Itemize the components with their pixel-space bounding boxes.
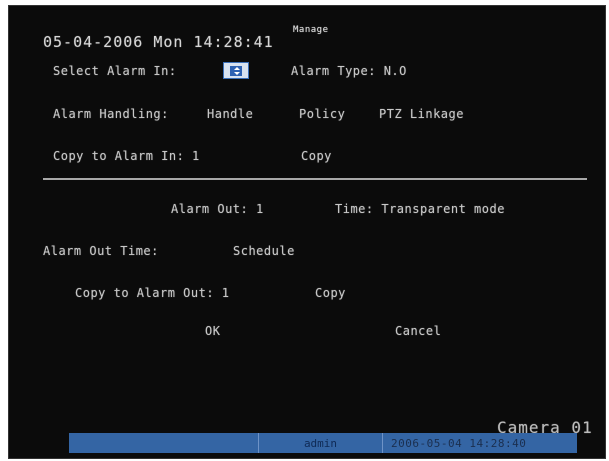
alarm-type-label: Alarm Type: N.O xyxy=(291,64,407,78)
alarm-handling-value[interactable]: Handle xyxy=(207,107,253,121)
policy-button[interactable]: Policy xyxy=(299,107,345,121)
ptz-linkage-button[interactable]: PTZ Linkage xyxy=(379,107,464,121)
alarm-out-time-mode: Time: Transparent mode xyxy=(335,202,505,216)
spin-up-icon[interactable] xyxy=(234,67,240,70)
copy-to-alarm-in-label[interactable]: Copy to Alarm In: 1 xyxy=(53,149,200,163)
alarm-out-time-label: Alarm Out Time: xyxy=(43,244,159,258)
schedule-button[interactable]: Schedule xyxy=(233,244,295,258)
status-bar-blank xyxy=(69,433,259,453)
ok-button[interactable]: OK xyxy=(205,324,220,338)
dvr-screen: 05-04-2006 Mon 14:28:41 Manage Select Al… xyxy=(8,5,606,459)
section-divider xyxy=(43,178,587,180)
copy-alarm-out-button[interactable]: Copy xyxy=(315,286,346,300)
cancel-button[interactable]: Cancel xyxy=(395,324,441,338)
status-bar-time: 2006-05-04 14:28:40 xyxy=(391,436,527,450)
alarm-handling-label: Alarm Handling: xyxy=(53,107,169,121)
alarm-in-spinbox[interactable] xyxy=(223,62,249,79)
spin-down-icon[interactable] xyxy=(234,72,240,75)
alarm-out-selector[interactable]: Alarm Out: 1 xyxy=(171,202,264,216)
status-bar-user: admin xyxy=(259,433,383,453)
menu-title: Manage xyxy=(293,25,329,35)
datetime-display: 05-04-2006 Mon 14:28:41 xyxy=(43,33,274,51)
copy-to-alarm-out-label[interactable]: Copy to Alarm Out: 1 xyxy=(75,286,230,300)
select-alarm-in-label: Select Alarm In: xyxy=(53,64,177,78)
status-bar: admin 2006-05-04 14:28:40 xyxy=(69,433,577,453)
copy-alarm-in-button[interactable]: Copy xyxy=(301,149,332,163)
